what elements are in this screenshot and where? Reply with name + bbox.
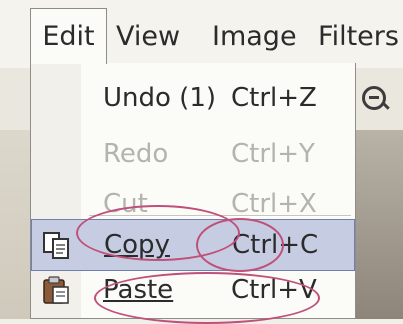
menu-item-shortcut: Ctrl+C [232,230,319,260]
edit-menu-dropdown: Undo (1) Ctrl+Z Redo Ctrl+Y Cut Ctrl+X C… [30,63,356,319]
menu-item-shortcut: Ctrl+Y [231,139,315,169]
menu-edit-label: Edit [42,21,95,52]
paste-icon [43,276,69,304]
menu-filters[interactable]: Filters [318,18,399,56]
zoom-icon[interactable] [362,86,386,110]
menu-image[interactable]: Image [212,18,297,56]
menu-view[interactable]: View [116,18,180,56]
menu-view-label: View [116,21,181,52]
menu-item-undo[interactable]: Undo (1) Ctrl+Z [31,73,355,125]
menu-item-label: Copy [104,230,170,260]
menu-edit[interactable]: Edit [30,8,107,64]
menu-item-label: Redo [103,139,169,169]
menu-item-label: Paste [103,275,174,305]
menu-item-redo[interactable]: Redo Ctrl+Y [31,129,355,181]
menu-item-copy[interactable]: Copy Ctrl+C [31,219,355,271]
menu-image-label: Image [212,21,297,52]
menu-item-paste[interactable]: Paste Ctrl+V [31,265,355,317]
menu-item-label: Cut [103,189,148,219]
menu-item-shortcut: Ctrl+V [231,275,317,305]
menu-item-shortcut: Ctrl+Z [231,83,317,113]
menu-filters-label: Filters [318,21,399,52]
menu-item-shortcut: Ctrl+X [231,189,317,219]
menu-item-label: Undo (1) [103,83,217,113]
image-canvas [356,130,403,319]
menu-bar: Edit View Image Filters [0,0,403,69]
copy-icon [43,232,69,259]
left-panel [0,130,30,319]
